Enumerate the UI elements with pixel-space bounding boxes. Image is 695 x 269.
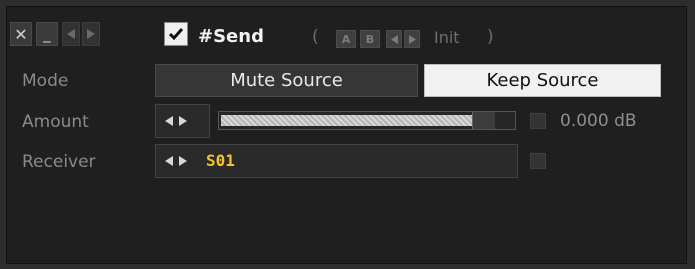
arrow-left-icon	[390, 34, 398, 44]
arrow-left-icon	[67, 29, 75, 39]
mode-option-label: Keep Source	[486, 70, 599, 91]
receiver-value: S01	[206, 151, 235, 170]
checkmark-icon	[168, 28, 184, 41]
amount-slider-fill	[221, 115, 472, 126]
amount-option-checkbox[interactable]	[530, 113, 546, 129]
arrow-right-icon[interactable]	[179, 156, 187, 166]
mode-label: Mode	[22, 71, 69, 91]
amount-value: 0.000 dB	[560, 111, 637, 131]
arrow-left-icon[interactable]	[165, 116, 173, 126]
prev-plugin-button[interactable]	[62, 22, 80, 46]
minimize-icon: _	[43, 25, 51, 43]
mode-option-keep-source[interactable]: Keep Source	[424, 64, 661, 97]
preset-a-label: A	[341, 32, 351, 46]
amount-slider[interactable]	[218, 111, 516, 130]
preset-paren-close: )	[487, 27, 494, 47]
receiver-option-checkbox[interactable]	[530, 153, 546, 169]
amount-slider-handle[interactable]	[472, 112, 495, 129]
minimize-button[interactable]: _	[36, 22, 58, 46]
arrow-left-icon[interactable]	[165, 156, 173, 166]
mode-option-label: Mute Source	[230, 70, 343, 91]
preset-b-button[interactable]: B	[360, 30, 380, 48]
preset-a-button[interactable]: A	[336, 30, 356, 48]
preset-prev-button[interactable]	[386, 30, 402, 48]
receiver-label: Receiver	[22, 152, 96, 172]
preset-next-button[interactable]	[404, 30, 420, 48]
arrow-right-icon[interactable]	[179, 116, 187, 126]
arrow-right-icon	[87, 29, 95, 39]
close-button[interactable]: ✕	[10, 22, 32, 46]
enable-checkbox[interactable]	[164, 22, 188, 46]
plugin-title: #Send	[198, 26, 264, 47]
preset-name[interactable]: Init	[434, 28, 460, 47]
close-icon: ✕	[14, 24, 28, 44]
next-plugin-button[interactable]	[82, 22, 100, 46]
preset-b-label: B	[365, 32, 375, 46]
preset-paren-open: (	[312, 27, 319, 47]
amount-label: Amount	[22, 112, 89, 132]
arrow-right-icon	[408, 34, 416, 44]
amount-stepper[interactable]	[155, 104, 210, 138]
mode-option-mute-source[interactable]: Mute Source	[155, 64, 418, 97]
receiver-field[interactable]: S01	[155, 144, 518, 178]
